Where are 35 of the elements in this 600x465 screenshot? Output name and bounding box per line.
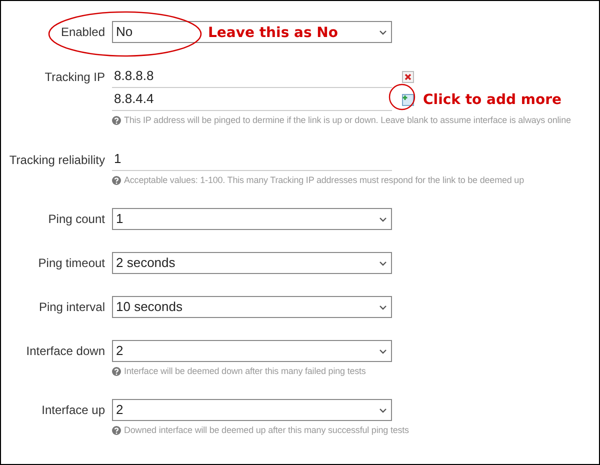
chevron-icon [379,260,387,266]
delete-icon[interactable] [402,70,414,82]
text-field[interactable]: 8.8.8.8 [112,65,392,88]
help-text: Interface will be deemed down after this many failed ping tests [124,366,366,377]
help-icon [112,116,121,125]
chevron-icon [379,304,387,310]
chevron-icon [379,348,387,354]
annotation-text: Leave this as No [208,24,338,43]
help-text: This IP address will be pinged to dermine if the link is up or down. Leave blank to assume interface is always online [124,115,571,126]
field-label: Enabled [60,24,105,41]
chevron-icon [379,30,387,34]
text-field[interactable]: 1 [112,148,392,171]
select-field[interactable]: 2 seconds [112,252,392,274]
field-label: Interface down [25,343,105,360]
annotation-text: Click to add more [423,91,562,110]
field-label: Ping count [47,211,105,228]
select-field[interactable]: 1 [112,208,392,230]
help-icon [112,367,121,376]
help-text: Downed interface will be deemed up after this many successful ping tests [124,425,409,436]
help-icon [112,426,121,435]
select-field[interactable]: 10 seconds [112,296,392,318]
add-icon[interactable] [402,94,414,106]
field-label: Ping timeout [37,255,105,272]
annotation-circle [388,83,416,111]
select-field[interactable]: 2 [112,340,392,362]
field-label: Ping interval [38,299,105,316]
chevron-icon [379,216,387,222]
chevron-icon [379,408,387,412]
field-label: Interface up [40,402,105,419]
help-text: Acceptable values: 1-100. This many Tracking IP addresses must respond for the link to be deemed up [124,175,524,186]
field-label: Tracking IP [44,68,105,86]
help-icon [112,176,121,185]
field-label: Tracking reliability [8,152,105,168]
select-field[interactable]: 2 [112,399,392,421]
text-field[interactable]: 8.8.4.4 [112,88,392,111]
